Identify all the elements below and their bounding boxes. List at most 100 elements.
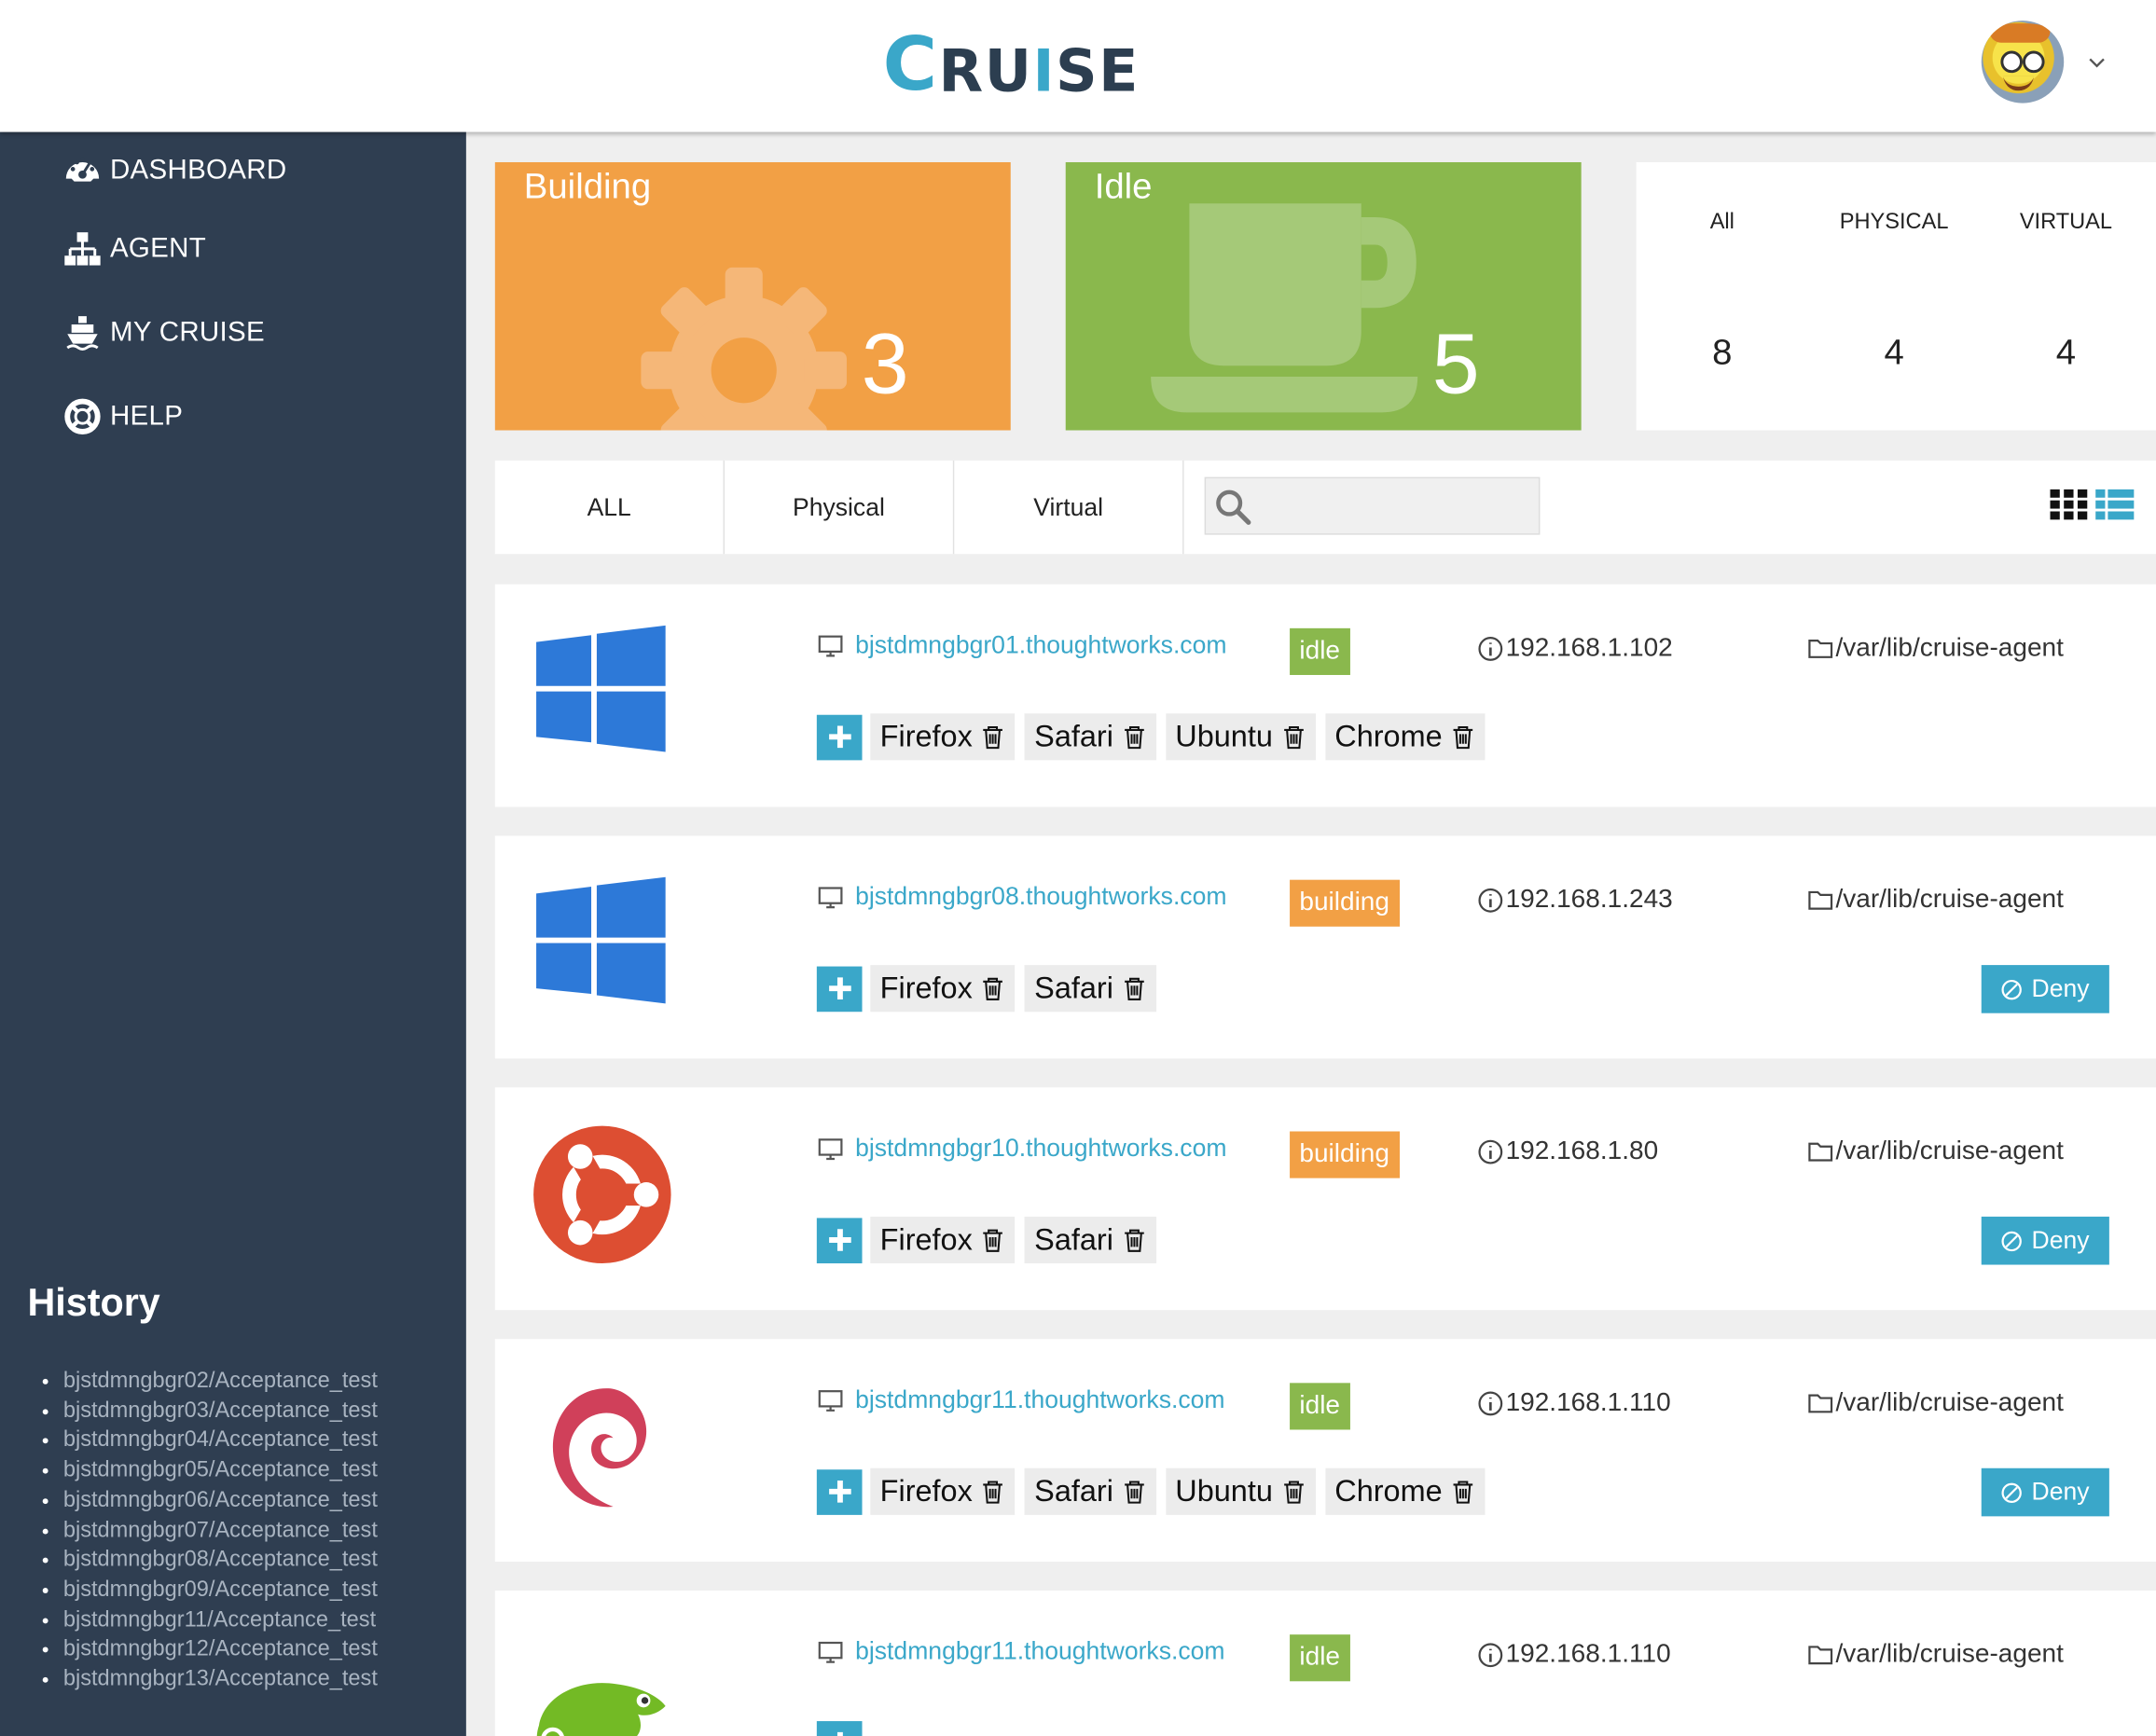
debian-logo-icon	[552, 1388, 647, 1508]
history-item[interactable]: bjstdmngbgr13/Acceptance_test	[63, 1665, 378, 1695]
resource-row: Firefox Safari Ubuntu Chrome	[816, 713, 1495, 761]
resource-tag: Ubuntu	[1165, 1467, 1316, 1515]
avatar-mouth	[2003, 76, 2034, 91]
add-resource-button[interactable]	[816, 1720, 863, 1736]
avatar[interactable]	[1981, 21, 2065, 103]
trash-icon[interactable]	[1122, 1228, 1147, 1253]
add-resource-button[interactable]	[816, 713, 863, 760]
agent-card: bjstdmngbgr01.thoughtworks.com idle 192.…	[494, 584, 2156, 807]
sidebar-item-help[interactable]: HELP	[63, 394, 183, 438]
path-text: /var/lib/cruise-agent	[1835, 1137, 2064, 1166]
resource-label: Chrome	[1334, 1473, 1443, 1509]
resource-tag: Firefox	[870, 713, 1016, 761]
hostname-text: bjstdmngbgr11.thoughtworks.com	[855, 1385, 1225, 1413]
history-item[interactable]: bjstdmngbgr07/Acceptance_test	[63, 1516, 378, 1546]
count-virtual-label: VIRTUAL	[2019, 210, 2113, 234]
history-item[interactable]: bjstdmngbgr02/Acceptance_test	[63, 1367, 378, 1397]
agent-hostname-link[interactable]: bjstdmngbgr01.thoughtworks.com	[817, 631, 1226, 660]
ban-icon	[2002, 979, 2023, 999]
resource-label: Safari	[1034, 1221, 1113, 1257]
trash-icon[interactable]	[1122, 724, 1147, 750]
trash-icon[interactable]	[981, 1480, 1006, 1505]
add-resource-button[interactable]	[816, 1468, 863, 1515]
tab-virtual[interactable]: Virtual	[954, 460, 1184, 555]
grid-view-icon[interactable]	[2050, 488, 2088, 520]
agent-hostname-link[interactable]: bjstdmngbgr11.thoughtworks.com	[817, 1637, 1224, 1666]
count-all[interactable]: All 8	[1637, 211, 1808, 374]
resource-tag: Safari	[1024, 1216, 1156, 1264]
info-icon	[1478, 637, 1503, 661]
agent-hostname-link[interactable]: bjstdmngbgr11.thoughtworks.com	[817, 1385, 1225, 1414]
history-item[interactable]: bjstdmngbgr11/Acceptance_test	[63, 1605, 378, 1635]
monitor-icon	[818, 1641, 843, 1663]
ip-text: 192.168.1.110	[1505, 1388, 1671, 1418]
windows-logo-icon	[536, 876, 666, 1004]
agent-card: bjstdmngbgr10.thoughtworks.com building …	[494, 1087, 2156, 1311]
path-text: /var/lib/cruise-agent	[1835, 633, 2064, 663]
idle-summary-card[interactable]: Idle 5	[1065, 161, 1582, 431]
deny-button[interactable]: Deny	[1981, 965, 2109, 1013]
count-physical-label: PHYSICAL	[1839, 210, 1949, 234]
agent-ip: 192.168.1.110	[1477, 1640, 1671, 1670]
sidebar-item-dashboard[interactable]: DASHBOARD	[63, 148, 287, 192]
history-item[interactable]: bjstdmngbgr08/Acceptance_test	[63, 1546, 378, 1576]
search-box	[1204, 476, 1541, 535]
resource-label: Safari	[1034, 970, 1113, 1005]
logo-letter-i: I	[1032, 36, 1057, 105]
ubuntu-logo-icon	[533, 1125, 671, 1264]
hostname-text: bjstdmngbgr10.thoughtworks.com	[855, 1134, 1227, 1162]
history-item[interactable]: bjstdmngbgr04/Acceptance_test	[63, 1426, 378, 1456]
agent-hostname-link[interactable]: bjstdmngbgr10.thoughtworks.com	[817, 1134, 1227, 1163]
history-item[interactable]: bjstdmngbgr12/Acceptance_test	[63, 1635, 378, 1665]
add-resource-button[interactable]	[816, 965, 863, 1012]
building-summary-card[interactable]: Building 3	[494, 161, 1011, 431]
count-all-value: 8	[1712, 331, 1733, 373]
trash-icon[interactable]	[1450, 1480, 1475, 1505]
sidebar-item-label: AGENT	[109, 232, 207, 264]
trash-icon[interactable]	[1281, 724, 1306, 750]
sidebar-item-my-cruise[interactable]: MY CRUISE	[63, 310, 265, 354]
life-ring-icon	[64, 398, 101, 434]
building-label: Building	[523, 164, 652, 207]
trash-icon[interactable]	[981, 724, 1006, 750]
tab-physical[interactable]: Physical	[725, 460, 955, 555]
trash-icon[interactable]	[1450, 724, 1475, 750]
trash-icon[interactable]	[1281, 1480, 1306, 1505]
add-resource-button[interactable]	[816, 1217, 863, 1263]
trash-icon[interactable]	[1122, 976, 1147, 1001]
history-item[interactable]: bjstdmngbgr05/Acceptance_test	[63, 1456, 378, 1486]
windows-logo-icon	[536, 625, 666, 752]
sidebar-item-label: DASHBOARD	[109, 154, 287, 186]
logo-letter-c: C	[882, 21, 939, 108]
plus-icon	[828, 1229, 850, 1251]
agent-count-card: All 8 PHYSICAL 4 VIRTUAL 4	[1636, 161, 2156, 431]
trash-icon[interactable]	[981, 1228, 1006, 1253]
resource-tag: Ubuntu	[1165, 713, 1316, 761]
folder-icon	[1808, 1394, 1833, 1413]
trash-icon[interactable]	[981, 976, 1006, 1001]
path-text: /var/lib/cruise-agent	[1835, 885, 2064, 915]
sidebar-item-agent[interactable]: AGENT	[63, 227, 206, 270]
history-item[interactable]: bjstdmngbgr03/Acceptance_test	[63, 1397, 378, 1426]
list-view-icon[interactable]	[2095, 488, 2135, 520]
count-physical[interactable]: PHYSICAL 4	[1808, 211, 1980, 374]
count-virtual[interactable]: VIRTUAL 4	[1980, 211, 2151, 374]
path-text: /var/lib/cruise-agent	[1835, 1388, 2064, 1418]
tab-all[interactable]: ALL	[495, 460, 726, 555]
count-all-label: All	[1709, 210, 1734, 234]
cruise-logo[interactable]: C RUISE	[883, 25, 1140, 103]
history-title: History	[27, 1281, 160, 1324]
plus-icon	[828, 725, 850, 749]
chevron-down-icon[interactable]	[2089, 54, 2106, 71]
history-item[interactable]: bjstdmngbgr06/Acceptance_test	[63, 1486, 378, 1516]
history-item[interactable]: bjstdmngbgr09/Acceptance_test	[63, 1576, 378, 1605]
deny-button[interactable]: Deny	[1981, 1216, 2109, 1265]
coffee-cup-icon	[1151, 203, 1418, 413]
deny-button[interactable]: Deny	[1981, 1467, 2109, 1517]
resource-row: Firefox Safari Ubuntu Chrome	[816, 1467, 1495, 1515]
resource-tag: Firefox	[870, 1467, 1016, 1515]
gear-icon	[641, 267, 847, 431]
agent-hostname-link[interactable]: bjstdmngbgr08.thoughtworks.com	[817, 883, 1226, 912]
trash-icon[interactable]	[1122, 1480, 1147, 1505]
search-input[interactable]	[1261, 486, 1537, 529]
